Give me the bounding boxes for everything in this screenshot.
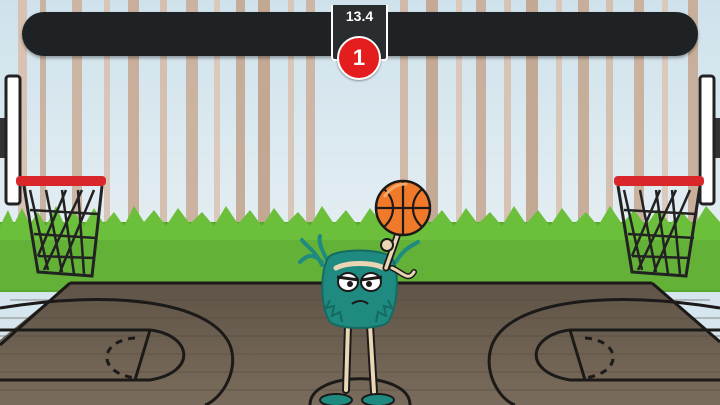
- score-badge: 1: [337, 36, 381, 80]
- countdown-timer: 13.4: [345, 8, 374, 24]
- basketball-icon[interactable]: [374, 179, 432, 237]
- score-count: 1: [352, 45, 366, 70]
